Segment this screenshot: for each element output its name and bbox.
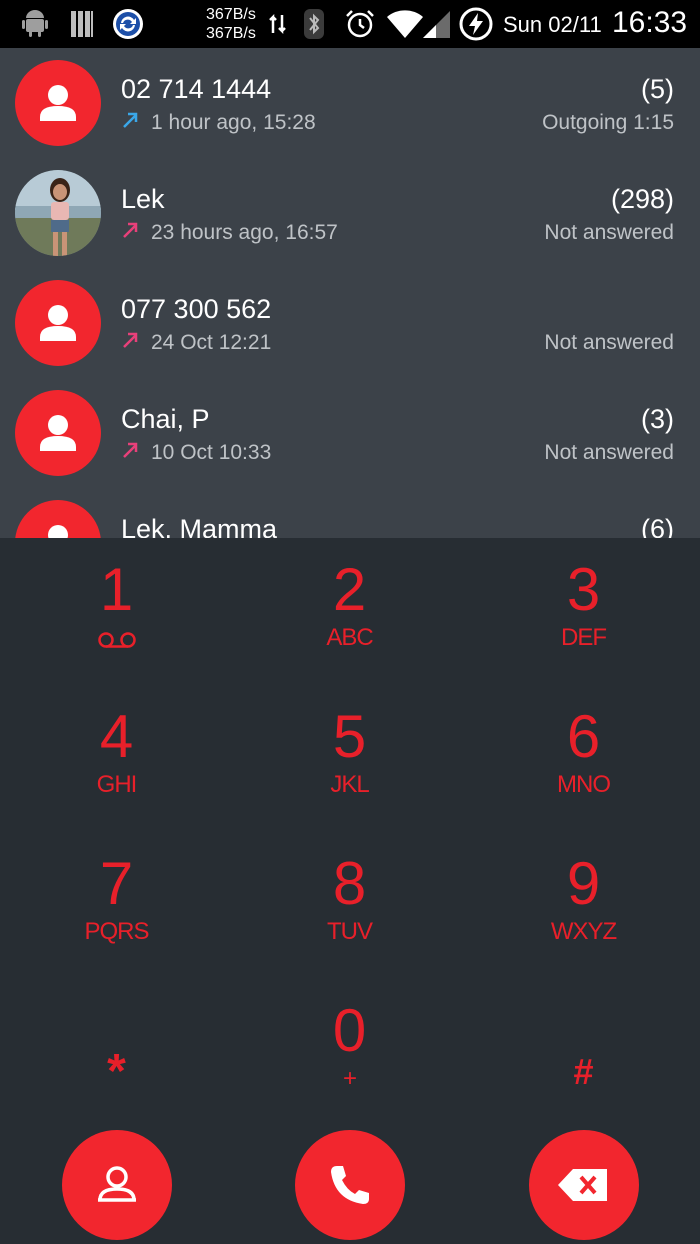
key-digit: 0 — [332, 997, 367, 1064]
wifi-icon — [387, 8, 423, 40]
key-letters: PQRS — [84, 918, 149, 945]
call-time: 24 Oct 12:21 — [121, 331, 271, 355]
call-time-text: 23 hours ago, 16:57 — [151, 221, 338, 244]
key-digit: 1 — [99, 556, 134, 623]
dial-key-9[interactable]: 9 WXYZ — [467, 832, 700, 979]
status-date: Sun 02/11 — [503, 12, 602, 37]
missed-outgoing-call-icon — [121, 441, 141, 465]
key-digit: 8 — [332, 850, 367, 917]
call-log-list[interactable]: 02 714 1444 1 hour ago, 15:28 (5) Outgoi… — [0, 48, 700, 538]
backspace-icon — [558, 1169, 607, 1201]
missed-outgoing-call-icon — [121, 221, 141, 245]
call-time-text: 1 hour ago, 15:28 — [151, 111, 316, 134]
contact-name: Chai, P — [121, 404, 210, 434]
call-icon — [331, 1166, 369, 1204]
dial-key-7[interactable]: 7 PQRS — [0, 832, 233, 979]
missed-outgoing-call-icon — [121, 331, 141, 355]
call-log-row[interactable]: Chai, P 10 Oct 10:33 (3) Not answered — [0, 378, 700, 488]
dial-key-3[interactable]: 3 DEF — [467, 538, 700, 685]
person-icon — [48, 525, 68, 538]
key-digit: 5 — [332, 703, 367, 770]
outgoing-call-icon — [121, 111, 141, 135]
contact-avatar[interactable] — [15, 280, 101, 366]
key-digit: 2 — [332, 556, 367, 623]
person-icon — [40, 415, 76, 451]
contact-avatar[interactable] — [15, 500, 101, 538]
key-digit: # — [573, 1051, 594, 1092]
contact-name: Lek — [121, 184, 165, 214]
dial-key-0[interactable]: 0 + — [233, 979, 466, 1126]
data-arrows-icon — [268, 8, 288, 40]
key-letters: MNO — [557, 771, 611, 798]
storage-icon — [68, 8, 96, 40]
contact-name: Lek, Mamma — [121, 514, 278, 538]
contact-photo-image — [15, 170, 101, 256]
key-letters: DEF — [561, 624, 607, 651]
key-digit: 3 — [566, 556, 601, 623]
call-count: (298) — [610, 184, 674, 214]
key-letters: JKL — [330, 771, 369, 798]
network-speed: 367B/s 367B/s — [206, 5, 256, 43]
dial-key-6[interactable]: 6 MNO — [467, 685, 700, 832]
dial-key-4[interactable]: 4 GHI — [0, 685, 233, 832]
call-count: (3) — [641, 404, 674, 434]
dial-key-1[interactable]: 1 — [0, 538, 233, 685]
person-icon — [40, 305, 76, 341]
key-digit: 6 — [566, 703, 601, 770]
call-log-row[interactable]: 077 300 562 24 Oct 12:21 Not answered — [0, 268, 700, 378]
call-button[interactable] — [295, 1130, 405, 1240]
status-time: 16:33 — [612, 6, 688, 39]
call-time: 10 Oct 10:33 — [121, 441, 271, 465]
call-status: Not answered — [544, 441, 674, 464]
android-icon — [20, 8, 50, 40]
key-digit: 9 — [566, 850, 601, 917]
status-bar: 367B/s 367B/s Sun 02/11 16:33 — [0, 0, 700, 48]
contact-photo[interactable] — [15, 170, 101, 256]
key-letters: WXYZ — [550, 918, 617, 945]
call-time-text: 24 Oct 12:21 — [151, 331, 272, 354]
dial-key-star[interactable]: * — [0, 979, 233, 1126]
person-icon — [40, 85, 76, 121]
bluetooth-icon — [302, 8, 326, 40]
key-digit: * — [107, 1045, 126, 1098]
call-count: (6) — [641, 514, 674, 538]
speed-up-text: 367B/s — [206, 6, 256, 23]
contacts-button[interactable] — [62, 1130, 172, 1240]
call-log-row[interactable]: Lek 23 hours ago, 16:57 (298) Not answer… — [0, 158, 700, 268]
contact-avatar[interactable] — [15, 60, 101, 146]
key-digit: 7 — [99, 850, 134, 917]
call-status: Outgoing 1:15 — [542, 111, 674, 134]
dial-key-hash[interactable]: # — [467, 979, 700, 1126]
call-time: 23 hours ago, 16:57 — [121, 221, 338, 245]
call-count: (5) — [641, 74, 674, 104]
sync-icon — [111, 8, 145, 40]
call-log-row[interactable]: Lek, Mamma (6) — [0, 488, 700, 538]
key-letters: + — [342, 1065, 357, 1092]
contacts-icon — [98, 1166, 136, 1202]
contact-name: 077 300 562 — [121, 294, 272, 324]
call-log-row[interactable]: 02 714 1444 1 hour ago, 15:28 (5) Outgoi… — [0, 48, 700, 158]
key-letters: GHI — [96, 771, 138, 798]
voicemail-icon — [0, 628, 233, 656]
call-time: 1 hour ago, 15:28 — [121, 111, 316, 135]
key-digit: 4 — [99, 703, 134, 770]
dial-key-8[interactable]: 8 TUV — [233, 832, 466, 979]
backspace-button[interactable] — [529, 1130, 639, 1240]
contact-avatar[interactable] — [15, 390, 101, 476]
dial-key-2[interactable]: 2 ABC — [233, 538, 466, 685]
call-status: Not answered — [544, 331, 674, 354]
battery-charging-icon — [458, 7, 494, 41]
dial-key-5[interactable]: 5 JKL — [233, 685, 466, 832]
call-time-text: 10 Oct 10:33 — [151, 441, 272, 464]
call-status: Not answered — [544, 221, 674, 244]
speed-down-text: 367B/s — [206, 25, 256, 42]
key-letters: TUV — [327, 918, 373, 945]
contact-name: 02 714 1444 — [121, 74, 272, 104]
signal-icon — [420, 8, 452, 40]
key-letters: ABC — [326, 624, 373, 651]
alarm-icon — [343, 8, 377, 40]
